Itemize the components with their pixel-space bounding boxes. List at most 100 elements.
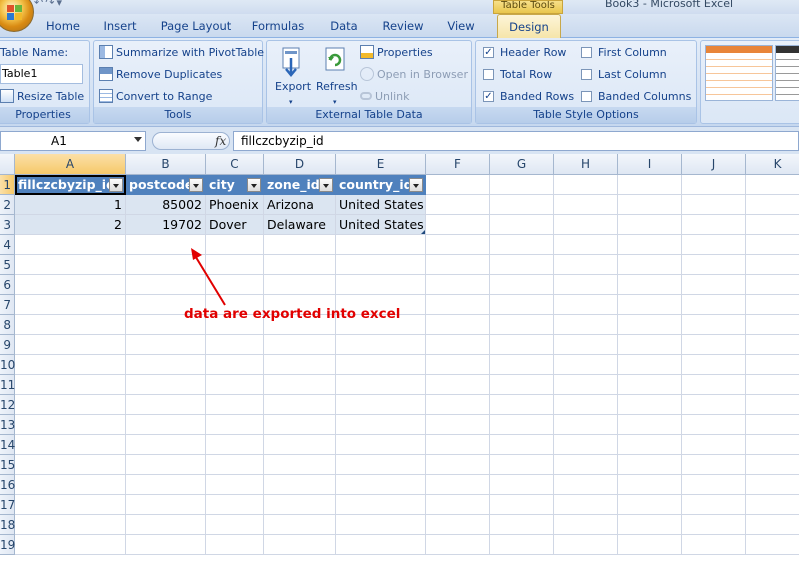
redo-icon[interactable]: ↷ (45, 0, 56, 9)
empty-cell[interactable] (490, 475, 554, 495)
empty-cell[interactable] (490, 415, 554, 435)
empty-cell[interactable] (490, 175, 554, 195)
column-header-k[interactable]: K (746, 154, 799, 175)
empty-cell[interactable] (264, 375, 336, 395)
empty-cell[interactable] (490, 335, 554, 355)
empty-cell[interactable] (264, 255, 336, 275)
table-header-cell[interactable]: country_id (336, 175, 426, 195)
empty-cell[interactable] (746, 535, 799, 555)
empty-cell[interactable] (682, 535, 746, 555)
empty-cell[interactable] (426, 235, 490, 255)
qat-dropdown-icon[interactable]: ▾ (56, 0, 64, 9)
empty-cell[interactable] (618, 535, 682, 555)
empty-cell[interactable] (554, 355, 618, 375)
empty-cell[interactable] (206, 355, 264, 375)
empty-cell[interactable] (554, 395, 618, 415)
empty-cell[interactable] (426, 275, 490, 295)
table-style-orange[interactable] (705, 45, 773, 101)
table-cell[interactable]: United States (336, 195, 426, 215)
empty-cell[interactable] (206, 515, 264, 535)
table-cell[interactable]: Arizona (264, 195, 336, 215)
empty-cell[interactable] (554, 175, 618, 195)
empty-cell[interactable] (682, 395, 746, 415)
empty-cell[interactable] (682, 355, 746, 375)
column-header-h[interactable]: H (554, 154, 618, 175)
row-header[interactable]: 6 (0, 275, 15, 295)
refresh-button[interactable]: Refresh ▾ (314, 44, 358, 106)
empty-cell[interactable] (682, 375, 746, 395)
empty-cell[interactable] (490, 375, 554, 395)
empty-cell[interactable] (554, 195, 618, 215)
row-header[interactable]: 4 (0, 235, 15, 255)
empty-cell[interactable] (426, 475, 490, 495)
empty-cell[interactable] (206, 375, 264, 395)
empty-cell[interactable] (15, 275, 126, 295)
tab-page-layout[interactable]: Page Layout (157, 18, 235, 38)
table-cell[interactable]: 19702 (126, 215, 206, 235)
table-resize-handle-icon[interactable] (421, 230, 425, 234)
last-column-checkbox[interactable]: Last Column (581, 66, 667, 84)
row-header[interactable]: 14 (0, 435, 15, 455)
table-cell[interactable]: Delaware (264, 215, 336, 235)
empty-cell[interactable] (426, 255, 490, 275)
empty-cell[interactable] (126, 335, 206, 355)
table-cell[interactable]: 1 (15, 195, 126, 215)
export-button[interactable]: Export ▾ (271, 44, 311, 106)
formula-input[interactable]: fillczcbyzip_id (233, 131, 799, 151)
empty-cell[interactable] (336, 515, 426, 535)
worksheet-grid[interactable]: A B C D E F G H I J K 1 2 3 4 5 6 7 8 9 10 11 12 13 1… (0, 154, 799, 563)
empty-cell[interactable] (15, 435, 126, 455)
empty-cell[interactable] (426, 515, 490, 535)
empty-cell[interactable] (554, 375, 618, 395)
tab-data[interactable]: Data (323, 18, 365, 38)
empty-cell[interactable] (682, 315, 746, 335)
empty-cell[interactable] (336, 375, 426, 395)
empty-cell[interactable] (336, 275, 426, 295)
empty-cell[interactable] (264, 475, 336, 495)
empty-cell[interactable] (618, 335, 682, 355)
empty-cell[interactable] (746, 175, 799, 195)
summarize-pivot-button[interactable]: Summarize with PivotTable (99, 44, 264, 62)
empty-cell[interactable] (746, 415, 799, 435)
empty-cell[interactable] (426, 335, 490, 355)
tab-review[interactable]: Review (378, 18, 428, 38)
empty-cell[interactable] (490, 215, 554, 235)
empty-cell[interactable] (126, 455, 206, 475)
empty-cell[interactable] (554, 415, 618, 435)
empty-cell[interactable] (206, 395, 264, 415)
empty-cell[interactable] (618, 275, 682, 295)
empty-cell[interactable] (336, 495, 426, 515)
empty-cell[interactable] (746, 215, 799, 235)
table-cell[interactable]: Dover (206, 215, 264, 235)
remove-duplicates-button[interactable]: Remove Duplicates (99, 66, 222, 84)
filter-dropdown-icon[interactable] (247, 178, 261, 192)
empty-cell[interactable] (746, 375, 799, 395)
empty-cell[interactable] (618, 515, 682, 535)
empty-cell[interactable] (15, 255, 126, 275)
empty-cell[interactable] (490, 495, 554, 515)
empty-cell[interactable] (746, 195, 799, 215)
empty-cell[interactable] (336, 535, 426, 555)
empty-cell[interactable] (682, 515, 746, 535)
empty-cell[interactable] (426, 195, 490, 215)
empty-cell[interactable] (682, 255, 746, 275)
empty-cell[interactable] (618, 375, 682, 395)
empty-cell[interactable] (746, 235, 799, 255)
empty-cell[interactable] (490, 275, 554, 295)
empty-cell[interactable] (746, 395, 799, 415)
unlink-button[interactable]: Unlink (360, 88, 409, 106)
convert-to-range-button[interactable]: Convert to Range (99, 88, 212, 106)
empty-cell[interactable] (426, 375, 490, 395)
empty-cell[interactable] (618, 415, 682, 435)
empty-cell[interactable] (618, 495, 682, 515)
table-cell[interactable]: 2 (15, 215, 126, 235)
empty-cell[interactable] (126, 515, 206, 535)
empty-cell[interactable] (682, 335, 746, 355)
empty-cell[interactable] (15, 535, 126, 555)
empty-cell[interactable] (682, 475, 746, 495)
empty-cell[interactable] (264, 435, 336, 455)
undo-icon[interactable]: ↶ (34, 0, 45, 9)
empty-cell[interactable] (264, 235, 336, 255)
empty-cell[interactable] (746, 495, 799, 515)
table-header-cell[interactable]: zone_id (264, 175, 336, 195)
